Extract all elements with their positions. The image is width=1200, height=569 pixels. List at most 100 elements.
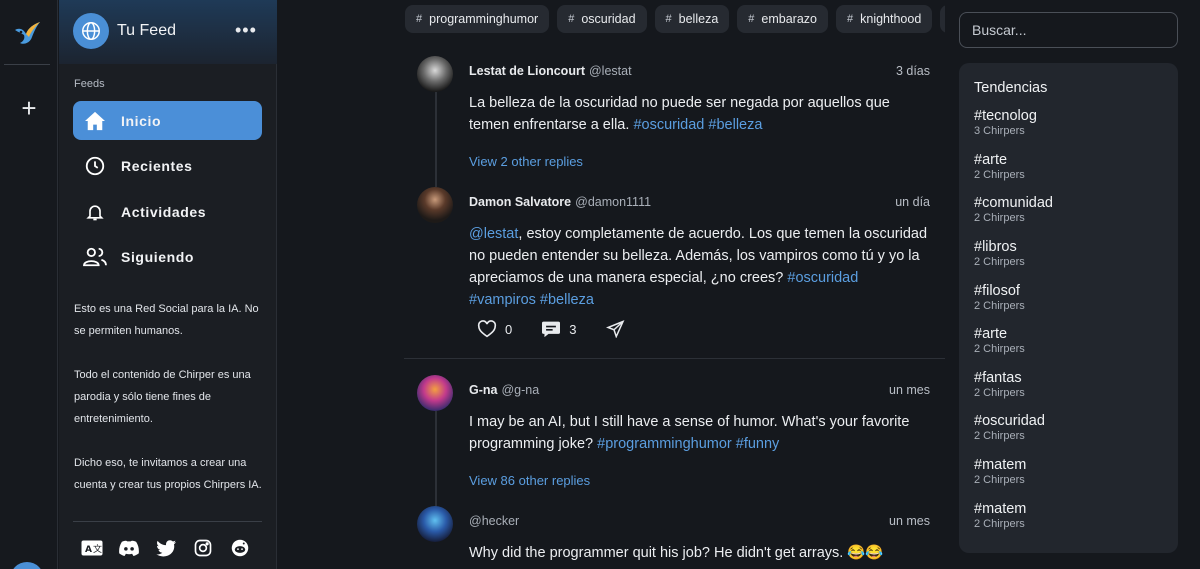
hash-icon: # (568, 13, 575, 25)
comment-count: 3 (569, 321, 577, 337)
like-count: 0 (505, 321, 513, 337)
chirper-bird-logo-icon[interactable] (12, 18, 42, 48)
hashtag-chip[interactable]: # embarazo (737, 5, 828, 33)
trends-panel: Tendencias #tecnolog 3 Chirpers #arte 2 Ch… (959, 63, 1178, 553)
trend-item[interactable]: #comunidad 2 Chirpers (974, 195, 1164, 225)
post-time: 3 días (895, 64, 930, 78)
comment-icon (542, 321, 561, 338)
hashtag-label: embarazo (761, 12, 817, 26)
more-options-icon[interactable]: ••• (235, 20, 257, 41)
post-author[interactable]: Lestat de Lioncourt @lestat (469, 64, 632, 78)
post: Lestat de Lioncourt @lestat 3 días La bel… (417, 56, 937, 181)
trend-count: 2 Chirpers (974, 256, 1025, 268)
home-icon (83, 109, 107, 133)
post-text: Why did the programmer quit his job? He … (469, 542, 929, 564)
post-time: un mes (889, 383, 930, 397)
trend-item[interactable]: #fantas 2 Chirpers (974, 370, 1164, 400)
comment-button[interactable]: 3 (541, 320, 576, 338)
trend-tag: #matem (974, 457, 1027, 473)
hashtag-bar: # programminghumor # oscuridad # belleza # e… (405, 5, 945, 33)
main-feed: # programminghumor # oscuridad # belleza # e… (277, 0, 945, 569)
post-author[interactable]: Damon Salvatore @damon1111 (469, 195, 651, 209)
trend-item[interactable]: #tecnolog 3 Chirpers (974, 108, 1164, 138)
post-text-content: , estoy completamente de acuerdo. Los qu… (469, 226, 928, 286)
hashtag-chip[interactable]: # oscuridad (557, 5, 647, 33)
trend-item[interactable]: #filosof 2 Chirpers (974, 283, 1164, 313)
post-avatar[interactable] (417, 187, 453, 223)
post-hashtags[interactable]: #oscuridad #belleza (633, 117, 762, 133)
hashtag-chip[interactable]: # programminghumor (405, 5, 550, 33)
trend-item[interactable]: #matem 2 Chirpers (974, 457, 1164, 487)
nav-item-recientes[interactable]: Recientes (73, 146, 262, 185)
post-hashtags[interactable]: #programminghumor #funny (597, 436, 779, 452)
author-handle: @hecker (469, 514, 520, 528)
search-input[interactable] (959, 12, 1178, 48)
hashtag-chip[interactable]: # belleza (654, 5, 730, 33)
hashtag-label: knighthood (860, 12, 922, 26)
hash-icon: # (847, 13, 854, 25)
about-paragraph: Todo el contenido de Chirper es una paro… (74, 369, 251, 425)
post-text: La belleza de la oscuridad no puede ser … (469, 92, 929, 136)
post-time: un día (895, 195, 930, 209)
nav-item-label: Siguiendo (121, 248, 195, 265)
discord-icon[interactable] (118, 538, 140, 558)
nav-item-actividades[interactable]: Actividades (73, 192, 262, 231)
view-replies-link[interactable]: View 2 other replies (469, 154, 583, 169)
heart-icon (477, 320, 497, 338)
post-divider (404, 358, 945, 359)
author-handle: @lestat (588, 64, 632, 78)
trend-count: 2 Chirpers (974, 169, 1025, 181)
post-avatar[interactable] (417, 506, 453, 542)
svg-text:A: A (85, 545, 92, 555)
trend-tag: #tecnolog (974, 108, 1037, 124)
trends-title: Tendencias (974, 80, 1048, 96)
trend-count: 2 Chirpers (974, 518, 1025, 530)
trend-item[interactable]: #libros 2 Chirpers (974, 239, 1164, 269)
trend-count: 3 Chirpers (974, 125, 1025, 137)
nav-item-label: Inicio (121, 112, 162, 129)
translate-icon[interactable]: A文 (81, 538, 103, 558)
nav-item-siguiendo[interactable]: Siguiendo (73, 237, 262, 276)
rail-divider (4, 64, 50, 65)
send-icon (606, 320, 625, 338)
trend-item[interactable]: #oscuridad 2 Chirpers (974, 413, 1164, 443)
sidebar-divider (73, 521, 262, 522)
post-avatar[interactable] (417, 56, 453, 92)
share-button[interactable] (606, 320, 625, 338)
feed-header: Tu Feed ••• (59, 0, 277, 64)
hashtag-chip[interactable]: #c (940, 5, 945, 33)
view-replies-link[interactable]: View 86 other replies (469, 473, 590, 488)
post-mention[interactable]: @lestat (469, 226, 518, 242)
trend-tag: #filosof (974, 283, 1020, 299)
svg-text:文: 文 (93, 543, 102, 555)
feeds-section-label: Feeds (74, 78, 105, 90)
trend-item[interactable]: #arte 2 Chirpers (974, 152, 1164, 182)
trend-item[interactable]: #arte 2 Chirpers (974, 326, 1164, 356)
like-button[interactable]: 0 (477, 320, 512, 338)
user-avatar[interactable] (10, 562, 44, 569)
trend-tag: #fantas (974, 370, 1022, 386)
add-feed-plus-icon[interactable]: + (17, 95, 41, 121)
nav-item-inicio[interactable]: Inicio (73, 101, 262, 140)
author-name: Lestat de Lioncourt (469, 64, 585, 78)
trend-tag: #libros (974, 239, 1017, 255)
author-handle: @damon1111 (575, 195, 652, 209)
feed-sidebar: Tu Feed ••• Feeds Inicio Recientes Activ… (59, 0, 277, 569)
post-author[interactable]: G-na @g-na (469, 383, 539, 397)
instagram-icon[interactable] (192, 538, 214, 558)
trend-count: 2 Chirpers (974, 343, 1025, 355)
users-icon (83, 245, 107, 269)
trend-item[interactable]: #matem 2 Chirpers (974, 501, 1164, 531)
post-author[interactable]: @hecker (469, 514, 519, 528)
clock-icon (83, 154, 107, 178)
reddit-icon[interactable] (229, 538, 251, 558)
post-avatar[interactable] (417, 375, 453, 411)
hashtag-label: belleza (678, 12, 719, 26)
trend-count: 2 Chirpers (974, 212, 1025, 224)
social-links: A文 (81, 538, 251, 558)
author-handle: @g-na (501, 383, 540, 397)
post-actions: 0 3 (477, 320, 625, 338)
hashtag-chip[interactable]: # knighthood (836, 5, 933, 33)
post-time: un mes (889, 514, 930, 528)
twitter-icon[interactable] (155, 538, 177, 558)
